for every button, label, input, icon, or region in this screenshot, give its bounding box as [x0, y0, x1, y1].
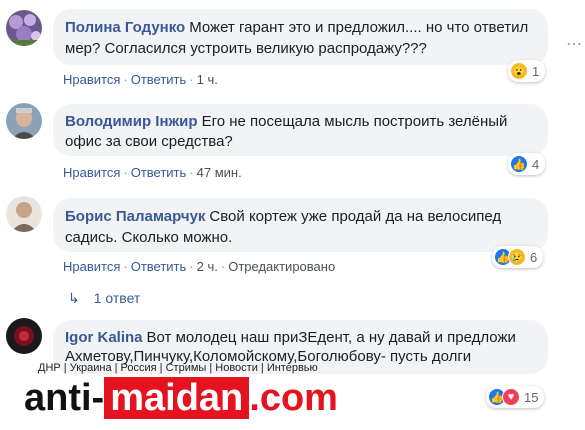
- comment-time[interactable]: 1 ч.: [197, 72, 218, 87]
- avatar-image: [6, 103, 42, 139]
- reaction-count: 1: [532, 63, 540, 79]
- reply-link[interactable]: Ответить: [131, 165, 187, 180]
- edited-label: Отредактировано: [228, 259, 336, 274]
- like-link[interactable]: Нравится: [63, 72, 120, 87]
- view-replies-link[interactable]: ↳ 1 ответ: [68, 290, 140, 307]
- watermark-part-2: maidan: [104, 377, 250, 419]
- comment-bubble: Полина Годунко Может гарант это и предлож…: [53, 9, 548, 65]
- comment-bubble: Володимир Інжир Его не посещала мысль пос…: [53, 104, 548, 156]
- reply-arrow-icon: ↳: [68, 290, 80, 306]
- comment-actions: Нравится · Ответить · 47 мин.: [63, 165, 242, 180]
- avatar-image: [6, 196, 42, 232]
- like-link[interactable]: Нравится: [63, 165, 120, 180]
- reaction-summary[interactable]: 👍 4: [508, 153, 546, 175]
- reply-link[interactable]: Ответить: [131, 259, 187, 274]
- comment-actions: Нравится · Ответить · 1 ч.: [63, 72, 218, 87]
- reaction-count: 6: [530, 249, 538, 265]
- comment-bubble: Борис Паламарчук Свой кортеж уже продай д…: [53, 198, 548, 252]
- comment-author[interactable]: Борис Паламарчук: [65, 208, 205, 225]
- avatar-image: [6, 10, 42, 46]
- reaction-count: 4: [532, 156, 540, 172]
- watermark-part-1: anti-: [24, 377, 105, 419]
- sad-reaction-icon: 😢: [508, 248, 526, 266]
- site-watermark-logo: anti-maidan .com: [24, 372, 364, 424]
- reaction-summary[interactable]: 👍 ♥ 15: [486, 386, 545, 408]
- comment-time[interactable]: 2 ч.: [197, 259, 218, 274]
- like-link[interactable]: Нравится: [63, 259, 120, 274]
- comment-author[interactable]: Полина Годунко: [65, 19, 185, 36]
- comment-actions: Нравится · Ответить · 2 ч. · Отредактировано: [63, 259, 336, 274]
- avatar[interactable]: [6, 196, 42, 232]
- replies-count: 1 ответ: [93, 290, 141, 306]
- avatar[interactable]: [6, 10, 42, 46]
- watermark-part-3: .com: [249, 377, 338, 419]
- reaction-summary[interactable]: 😮 1: [508, 60, 546, 82]
- reply-link[interactable]: Ответить: [131, 72, 187, 87]
- comment-author[interactable]: Igor Kalina: [65, 329, 143, 346]
- like-reaction-icon: 👍: [510, 155, 528, 173]
- avatar[interactable]: [6, 318, 42, 354]
- wow-reaction-icon: 😮: [510, 62, 528, 80]
- avatar-image: [6, 318, 42, 354]
- more-icon[interactable]: ⋯: [566, 37, 582, 53]
- reaction-count: 15: [524, 389, 539, 405]
- love-reaction-icon: ♥: [502, 388, 520, 406]
- comment-author[interactable]: Володимир Інжир: [65, 113, 198, 130]
- avatar[interactable]: [6, 103, 42, 139]
- comment-time[interactable]: 47 мин.: [197, 165, 242, 180]
- reaction-summary[interactable]: 👍 😢 6: [492, 246, 544, 268]
